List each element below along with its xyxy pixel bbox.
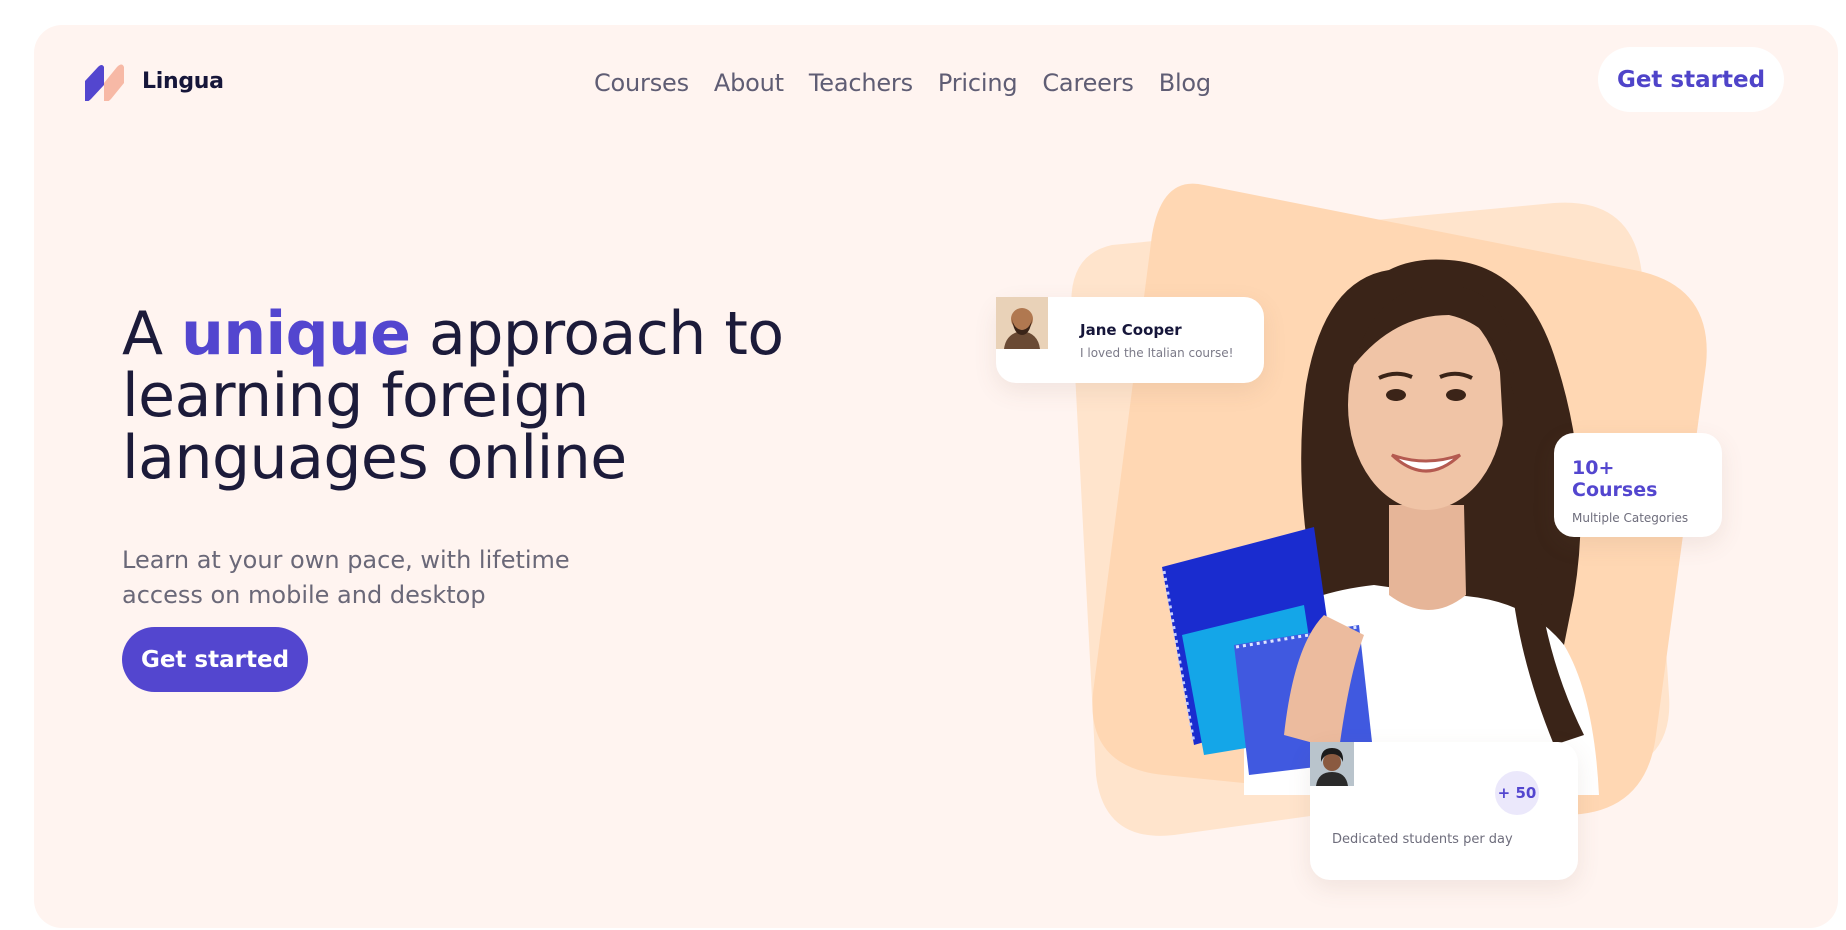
review-card: Jane Cooper I loved the Italian course! (996, 297, 1264, 383)
nav-blog[interactable]: Blog (1159, 69, 1211, 97)
nav-courses[interactable]: Courses (594, 69, 689, 97)
header-get-started-button[interactable]: Get started (1598, 47, 1784, 112)
review-content: Jane Cooper I loved the Italian course! (1080, 321, 1233, 360)
courses-count: 10+ Courses (1572, 457, 1658, 501)
left-eye-shape (1386, 389, 1406, 401)
students-caption: Dedicated students per day (1332, 832, 1513, 847)
right-eye-shape (1446, 389, 1466, 401)
courses-subtitle: Multiple Categories (1572, 511, 1689, 525)
reviewer-name: Jane Cooper (1080, 320, 1182, 339)
hero-subtitle: Learn at your own pace, with lifetime ac… (122, 546, 570, 609)
hero-title: A unique approach to learning foreign la… (122, 303, 784, 489)
hero-illustration: Jane Cooper I loved the Italian course! … (994, 175, 1774, 895)
hero-title-accent: unique (181, 299, 411, 369)
review-text: I loved the Italian course! (1080, 345, 1234, 360)
student-avatars: + 50 (1310, 742, 1556, 818)
hero-title-rest: approach to (410, 299, 784, 369)
extra-students-badge: + 50 (1492, 768, 1542, 818)
nav-teachers[interactable]: Teachers (809, 69, 913, 97)
hero-title-line-3: languages online (122, 423, 627, 493)
nav-pricing[interactable]: Pricing (938, 69, 1018, 97)
brand-logo[interactable]: Lingua (82, 61, 224, 101)
main-nav: Courses About Teachers Pricing Careers B… (594, 61, 1211, 105)
brand-name: Lingua (142, 68, 224, 94)
logo-mark-icon (85, 64, 124, 101)
nav-careers[interactable]: Careers (1042, 69, 1134, 97)
reviewer-avatar-icon (996, 297, 1064, 366)
neck-shape (1389, 505, 1466, 610)
students-card: + 50 Dedicated students per day (1310, 742, 1578, 880)
landing-page: Lingua Courses About Teachers Pricing Ca… (34, 25, 1838, 928)
hero-title-line-2: learning foreign (122, 361, 589, 431)
hero-title-prefix: A (122, 299, 182, 369)
nav-about[interactable]: About (714, 69, 784, 97)
hero-title-line-1: A unique approach to (122, 303, 784, 365)
hero-get-started-button[interactable]: Get started (122, 627, 308, 692)
courses-card: 10+ Courses Multiple Categories (1554, 433, 1722, 537)
